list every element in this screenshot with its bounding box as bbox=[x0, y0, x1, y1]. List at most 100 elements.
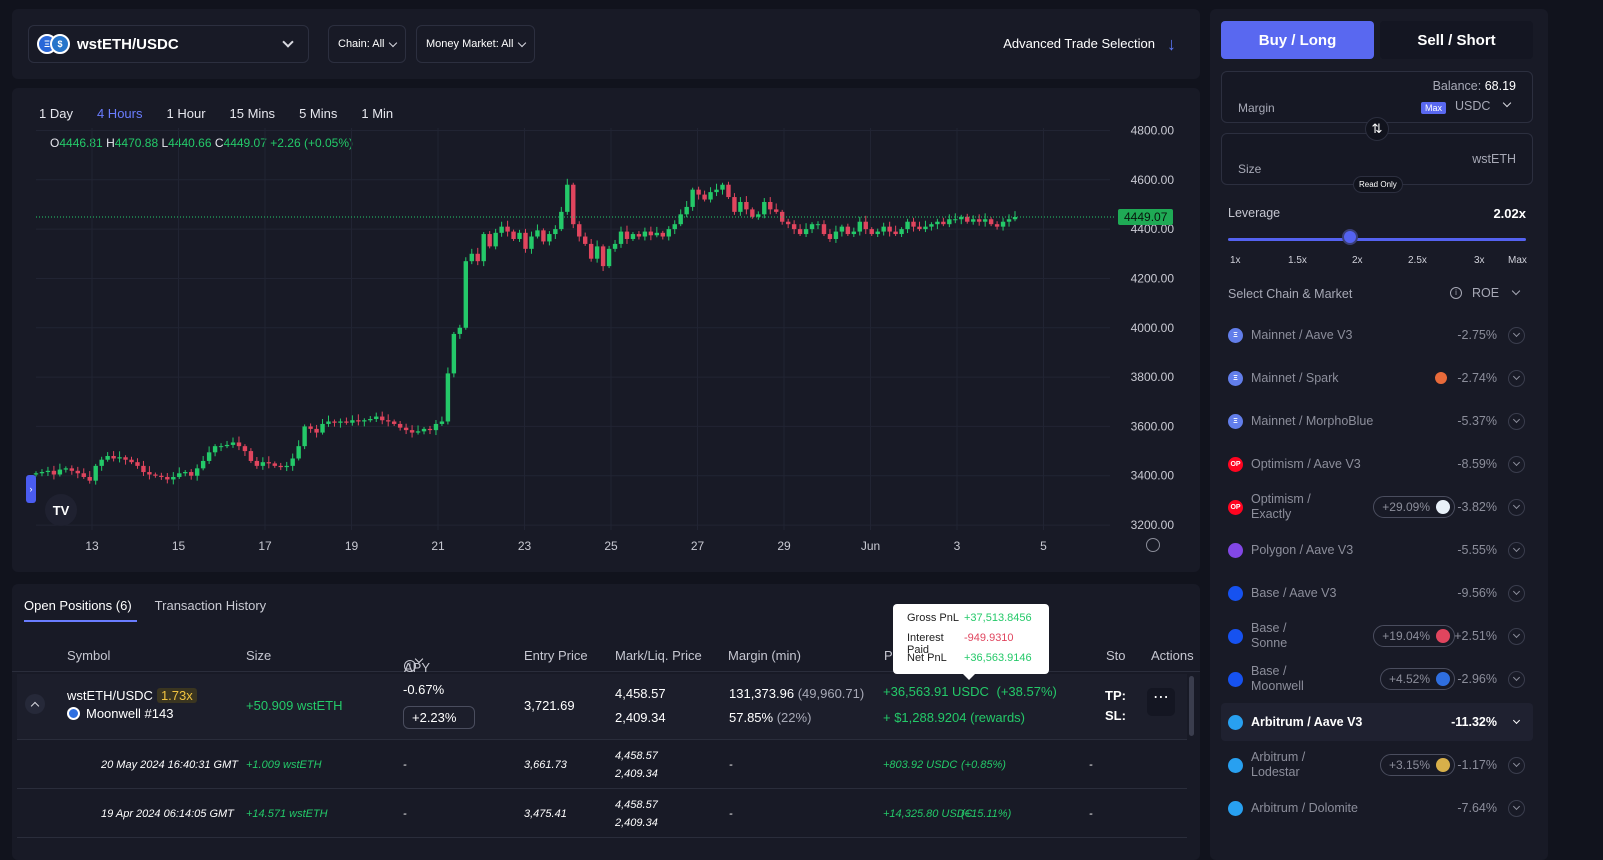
reward-token-icon bbox=[1436, 500, 1450, 514]
expand-market-button[interactable] bbox=[1508, 541, 1525, 559]
reward-apy-pill[interactable]: +3.15% bbox=[1379, 754, 1455, 776]
expand-market-button[interactable] bbox=[1508, 455, 1525, 473]
buy-long-tab[interactable]: Buy / Long bbox=[1221, 21, 1374, 59]
candle-body bbox=[535, 230, 540, 237]
sort-select[interactable]: i ROE bbox=[1450, 286, 1521, 300]
candle-body bbox=[684, 206, 689, 215]
market-option-base-aave-v3[interactable]: Base / Aave V3 -9.56% bbox=[1221, 574, 1533, 612]
y-tick-label: 4600.00 bbox=[1131, 173, 1175, 187]
arbitrum-icon bbox=[1228, 714, 1243, 730]
candlestick-chart[interactable]: 4800.004600.004400.004200.004000.003800.… bbox=[12, 88, 1200, 572]
reward-apy-pill[interactable]: +4.52% bbox=[1379, 668, 1455, 690]
x-tick-label: 23 bbox=[518, 539, 532, 553]
candle-body bbox=[750, 209, 755, 217]
select-market-label: Select Chain & Market bbox=[1228, 287, 1353, 301]
base-icon bbox=[1228, 585, 1243, 601]
candle-body bbox=[290, 458, 295, 466]
market-option-mainnet-morphoblue[interactable]: Ξ Mainnet / MorphoBlue -5.37% bbox=[1221, 402, 1533, 440]
candle-body bbox=[547, 234, 552, 242]
margin-input-box[interactable]: Balance: 68.19 Margin Max USDC bbox=[1221, 71, 1533, 123]
expand-market-button[interactable] bbox=[1508, 627, 1525, 645]
collapse-row-button[interactable] bbox=[25, 694, 45, 714]
market-option-mainnet-aave-v3[interactable]: Ξ Mainnet / Aave V3 -2.75% bbox=[1221, 316, 1533, 354]
candle-body bbox=[553, 229, 558, 235]
market-option-base-sonne[interactable]: Base / Sonne +19.04% +2.51% bbox=[1221, 617, 1533, 655]
candle-body bbox=[577, 224, 582, 237]
market-roe: +2.51% bbox=[1454, 629, 1497, 643]
candle-body bbox=[511, 231, 516, 239]
expand-market-button[interactable] bbox=[1508, 756, 1525, 774]
candle-body bbox=[99, 459, 104, 466]
market-option-polygon-aave-v3[interactable]: Polygon / Aave V3 -5.55% bbox=[1221, 531, 1533, 569]
expand-market-button[interactable] bbox=[1508, 799, 1525, 817]
reward-apy-pill[interactable]: +19.04% bbox=[1373, 625, 1455, 647]
market-option-base-moonwell[interactable]: Base / Moonwell +4.52% -2.96% bbox=[1221, 660, 1533, 698]
op-icon: OP bbox=[1228, 456, 1243, 472]
position-symbol: wstETH/USDC 1.73x bbox=[67, 688, 197, 703]
candle-body bbox=[421, 428, 427, 432]
market-option-mainnet-spark[interactable]: Ξ Mainnet / Spark -2.74% bbox=[1221, 359, 1533, 397]
candle-body bbox=[403, 427, 409, 431]
expand-market-button[interactable] bbox=[1508, 498, 1525, 516]
chart-settings-gear-icon[interactable] bbox=[1146, 538, 1160, 552]
money-market-filter[interactable]: Money Market: All bbox=[416, 25, 536, 63]
leverage-badge: 1.73x bbox=[156, 688, 197, 703]
x-tick-label: 5 bbox=[1040, 539, 1047, 553]
market-option-arbitrum-dolomite[interactable]: Arbitrum / Dolomite -7.64% bbox=[1221, 789, 1533, 827]
position-size: +50.909 wstETH bbox=[246, 698, 343, 713]
expand-market-button[interactable] bbox=[1508, 670, 1525, 688]
candle-body bbox=[386, 420, 391, 422]
market-roe: -7.64% bbox=[1457, 801, 1497, 815]
leverage-slider-track[interactable] bbox=[1228, 238, 1526, 241]
market-option-arbitrum-aave-v3[interactable]: Arbitrum / Aave V3 -11.32% bbox=[1221, 703, 1533, 741]
margin-token-select[interactable]: USDC bbox=[1455, 99, 1490, 113]
pnl-value[interactable]: +36,563.91 USDC (+38.57%) bbox=[883, 684, 1057, 699]
candle-body bbox=[308, 426, 313, 429]
table-scrollbar[interactable] bbox=[1189, 676, 1194, 736]
swap-arrows-icon[interactable]: ⇅ bbox=[1365, 117, 1389, 141]
advanced-trade-selection[interactable]: Advanced Trade Selection ↓ bbox=[1003, 35, 1176, 53]
position-row[interactable]: wstETH/USDC 1.73x Moonwell #143 +50.909 w… bbox=[17, 674, 1187, 740]
leverage-label: Leverage bbox=[1228, 206, 1281, 220]
header-symbol: Symbol bbox=[67, 648, 111, 663]
candle-body bbox=[57, 469, 63, 475]
expand-market-button[interactable] bbox=[1508, 326, 1525, 344]
stop-loss-label[interactable]: SL: bbox=[1105, 708, 1126, 723]
candle-body bbox=[988, 219, 994, 225]
interest-value: -949.9310 bbox=[964, 632, 1014, 644]
pair-select[interactable]: Ξ $ wstETH/USDC bbox=[28, 25, 309, 63]
market-option-arbitrum-lodestar[interactable]: Arbitrum / Lodestar +3.15% -1.17% bbox=[1221, 746, 1533, 784]
expand-market-button[interactable] bbox=[1508, 714, 1525, 731]
candle-body bbox=[356, 420, 361, 422]
market-option-optimism-exactly[interactable]: OP Optimism / Exactly +29.09% -3.82% bbox=[1221, 488, 1533, 526]
more-actions-button[interactable]: ⋯ bbox=[1147, 688, 1175, 716]
market-roe: -8.59% bbox=[1457, 457, 1497, 471]
tab-open-positions[interactable]: Open Positions (6) bbox=[24, 598, 137, 622]
arbitrum-icon bbox=[1228, 757, 1243, 773]
header-margin: Margin (min) bbox=[728, 648, 801, 663]
reward-apy-pill[interactable]: +29.09% bbox=[1373, 496, 1455, 518]
candle-body bbox=[893, 231, 898, 235]
market-roe: -11.32% bbox=[1451, 715, 1497, 729]
candle-body bbox=[302, 426, 307, 447]
y-tick-label: 3400.00 bbox=[1131, 469, 1175, 483]
candle-body bbox=[320, 423, 325, 433]
expand-market-button[interactable] bbox=[1508, 412, 1525, 430]
liq-price: 2,409.34 bbox=[615, 710, 666, 725]
expand-market-button[interactable] bbox=[1508, 369, 1525, 387]
market-name: Arbitrum / Aave V3 bbox=[1251, 715, 1363, 729]
take-profit-label[interactable]: TP: bbox=[1105, 688, 1126, 703]
leverage-slider-thumb[interactable] bbox=[1341, 229, 1358, 245]
tab-transaction-history[interactable]: Transaction History bbox=[155, 598, 277, 622]
candle-body bbox=[159, 475, 164, 477]
sell-short-tab[interactable]: Sell / Short bbox=[1380, 21, 1533, 59]
chain-filter[interactable]: Chain: All bbox=[328, 25, 407, 63]
tradingview-logo-icon[interactable]: TV bbox=[45, 494, 77, 526]
expand-market-button[interactable] bbox=[1508, 584, 1525, 602]
gross-pnl-value: +37,513.8456 bbox=[964, 612, 1032, 624]
market-option-optimism-aave-v3[interactable]: OP Optimism / Aave V3 -8.59% bbox=[1221, 445, 1533, 483]
max-button[interactable]: Max bbox=[1421, 102, 1447, 114]
drawing-tools-toggle[interactable]: › bbox=[26, 475, 36, 503]
candle-body bbox=[953, 219, 958, 221]
apy-reward-pill[interactable]: +2.23% bbox=[403, 706, 475, 729]
